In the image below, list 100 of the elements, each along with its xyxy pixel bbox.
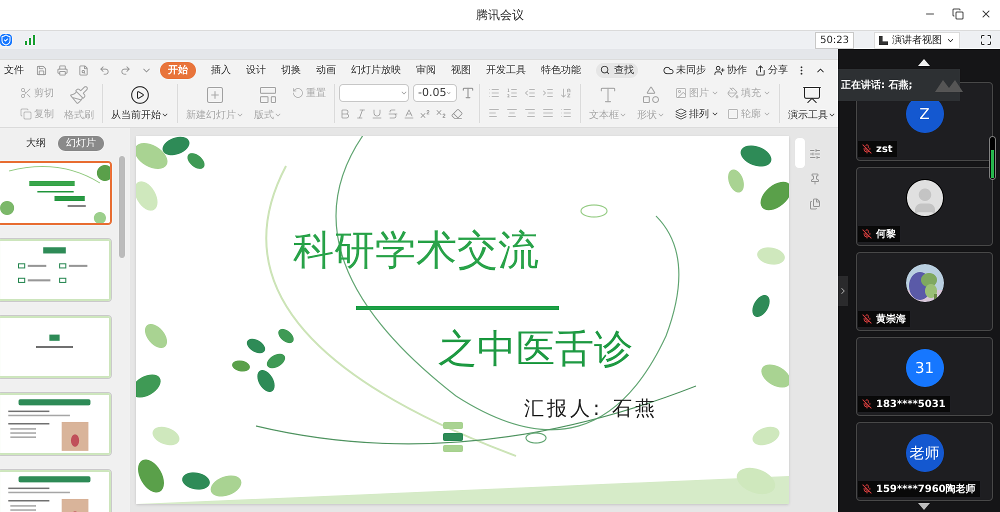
pane-tab[interactable]: 大纲: [22, 136, 50, 151]
caret-icon: [711, 110, 719, 118]
restore-icon[interactable]: [952, 8, 964, 20]
pin-icon[interactable]: [809, 173, 821, 185]
redo-icon[interactable]: [120, 64, 131, 76]
ribbon-tab[interactable]: 插入: [211, 62, 231, 78]
caret-icon: [161, 111, 169, 119]
participant-tile[interactable]: 31 183****5031: [856, 337, 993, 416]
ribbon-button[interactable]: 排列: [675, 106, 719, 122]
slide-thumbnail[interactable]: [0, 161, 112, 225]
caret-icon: [446, 89, 452, 97]
participant-tile[interactable]: 何黎: [856, 167, 993, 246]
add-slide-icon: [205, 84, 225, 104]
scroll-up-icon[interactable]: [918, 59, 930, 66]
scrollbar[interactable]: [119, 156, 125, 258]
italic-icon[interactable]: [355, 108, 367, 120]
ribbon-tab[interactable]: 视图: [451, 62, 471, 78]
save-icon[interactable]: [36, 64, 47, 76]
image-icon: [675, 87, 687, 99]
print-icon[interactable]: [57, 64, 68, 76]
shapes-icon: [641, 84, 661, 104]
cloud-icon: [663, 64, 674, 76]
fullscreen-icon[interactable]: [980, 34, 992, 46]
caret-icon: [711, 89, 719, 97]
ribbon-tab[interactable]: 特色功能: [541, 62, 581, 78]
ribbon-tab[interactable]: 开发工具: [486, 62, 526, 78]
align-left-icon[interactable]: [488, 107, 500, 119]
ribbon-tab[interactable]: 幻灯片放映: [351, 62, 401, 78]
toolbar-action[interactable]: 分享: [755, 62, 788, 78]
align-right-icon[interactable]: [524, 107, 536, 119]
signal-icon[interactable]: [24, 34, 36, 46]
avatar: 31: [906, 349, 944, 387]
name-label: 何黎: [858, 226, 900, 242]
superscript-icon[interactable]: [419, 108, 431, 120]
caret-icon: [828, 111, 836, 119]
participant-tile[interactable]: 老师 159****7960陶老师: [856, 422, 993, 501]
name-label: 159****7960陶老师: [858, 481, 980, 497]
participant-tile[interactable]: 黄崇海: [856, 252, 993, 331]
caret-icon: [763, 110, 771, 118]
ribbon-tab[interactable]: 设计: [246, 62, 266, 78]
collaborate-icon: [714, 64, 725, 76]
font-grow-icon[interactable]: [461, 86, 475, 100]
print-preview-icon[interactable]: [78, 64, 89, 76]
avatar: 老师: [906, 434, 944, 472]
paintbrush-icon: [69, 84, 89, 104]
slide-thumbnail[interactable]: [0, 315, 112, 379]
close-icon[interactable]: [980, 8, 992, 20]
layout-icon: [258, 84, 278, 104]
ribbon-button[interactable]: 演示工具: [788, 84, 836, 122]
slide-thumbnail[interactable]: [0, 392, 112, 456]
avatar: [906, 179, 944, 217]
presentation-icon: [802, 84, 822, 104]
square-icon: [727, 108, 739, 120]
caret-icon: [274, 111, 282, 119]
window-title: 腾讯会议: [476, 7, 524, 24]
caret-icon: [236, 111, 244, 119]
name-label: 183****5031: [858, 396, 950, 412]
caret-icon: [400, 89, 408, 97]
toolbar-action[interactable]: 未同步: [663, 62, 706, 78]
name-label: zst: [858, 141, 897, 157]
copy-icon: [20, 108, 32, 120]
numbered-list-icon[interactable]: [506, 87, 518, 99]
share-icon: [755, 64, 766, 76]
font-color-icon[interactable]: [403, 108, 415, 120]
ribbon-button[interactable]: 从当前开始: [111, 84, 169, 122]
search-field[interactable]: 查找: [596, 62, 638, 78]
eraser-icon[interactable]: [451, 108, 463, 120]
underline-icon[interactable]: [371, 108, 383, 120]
justify-icon[interactable]: [542, 107, 554, 119]
security-icon[interactable]: [0, 34, 12, 46]
view-button[interactable]: 演讲者视图: [874, 32, 960, 48]
scroll-down-icon[interactable]: [918, 503, 930, 510]
ribbon-tab[interactable]: 审阅: [416, 62, 436, 78]
outdent-icon[interactable]: [524, 87, 536, 99]
strikethrough-icon[interactable]: [387, 108, 399, 120]
ribbon-tab[interactable]: 切换: [281, 62, 301, 78]
play-icon: [130, 84, 150, 104]
reset-icon: [292, 87, 304, 99]
speaking-toast: 正在讲话: 石燕;: [838, 69, 960, 101]
indent-icon[interactable]: [542, 87, 554, 99]
paint-bucket-icon: [727, 87, 739, 99]
ribbon-tab[interactable]: 动画: [316, 62, 336, 78]
files-icon[interactable]: [809, 198, 821, 210]
subscript-icon[interactable]: [435, 108, 447, 120]
undo-icon[interactable]: [99, 64, 110, 76]
name-label: 黄崇海: [858, 311, 910, 327]
panel-toggle[interactable]: [838, 276, 848, 306]
scrollbar[interactable]: [795, 138, 805, 168]
font-name-field[interactable]: [339, 84, 409, 102]
sort-icon[interactable]: [560, 87, 572, 99]
bold-icon[interactable]: [339, 108, 351, 120]
toolbar-action[interactable]: 协作: [714, 62, 747, 78]
caret-icon: [619, 111, 627, 119]
file-menu[interactable]: 文件: [4, 62, 24, 78]
align-center-icon[interactable]: [506, 107, 518, 119]
caret-icon: [763, 89, 771, 97]
meeting-timer: 50:23: [815, 32, 854, 48]
slide-thumbnail[interactable]: [0, 238, 112, 302]
sliders-icon[interactable]: [809, 148, 821, 160]
font-size-field[interactable]: -0.05: [413, 84, 457, 102]
